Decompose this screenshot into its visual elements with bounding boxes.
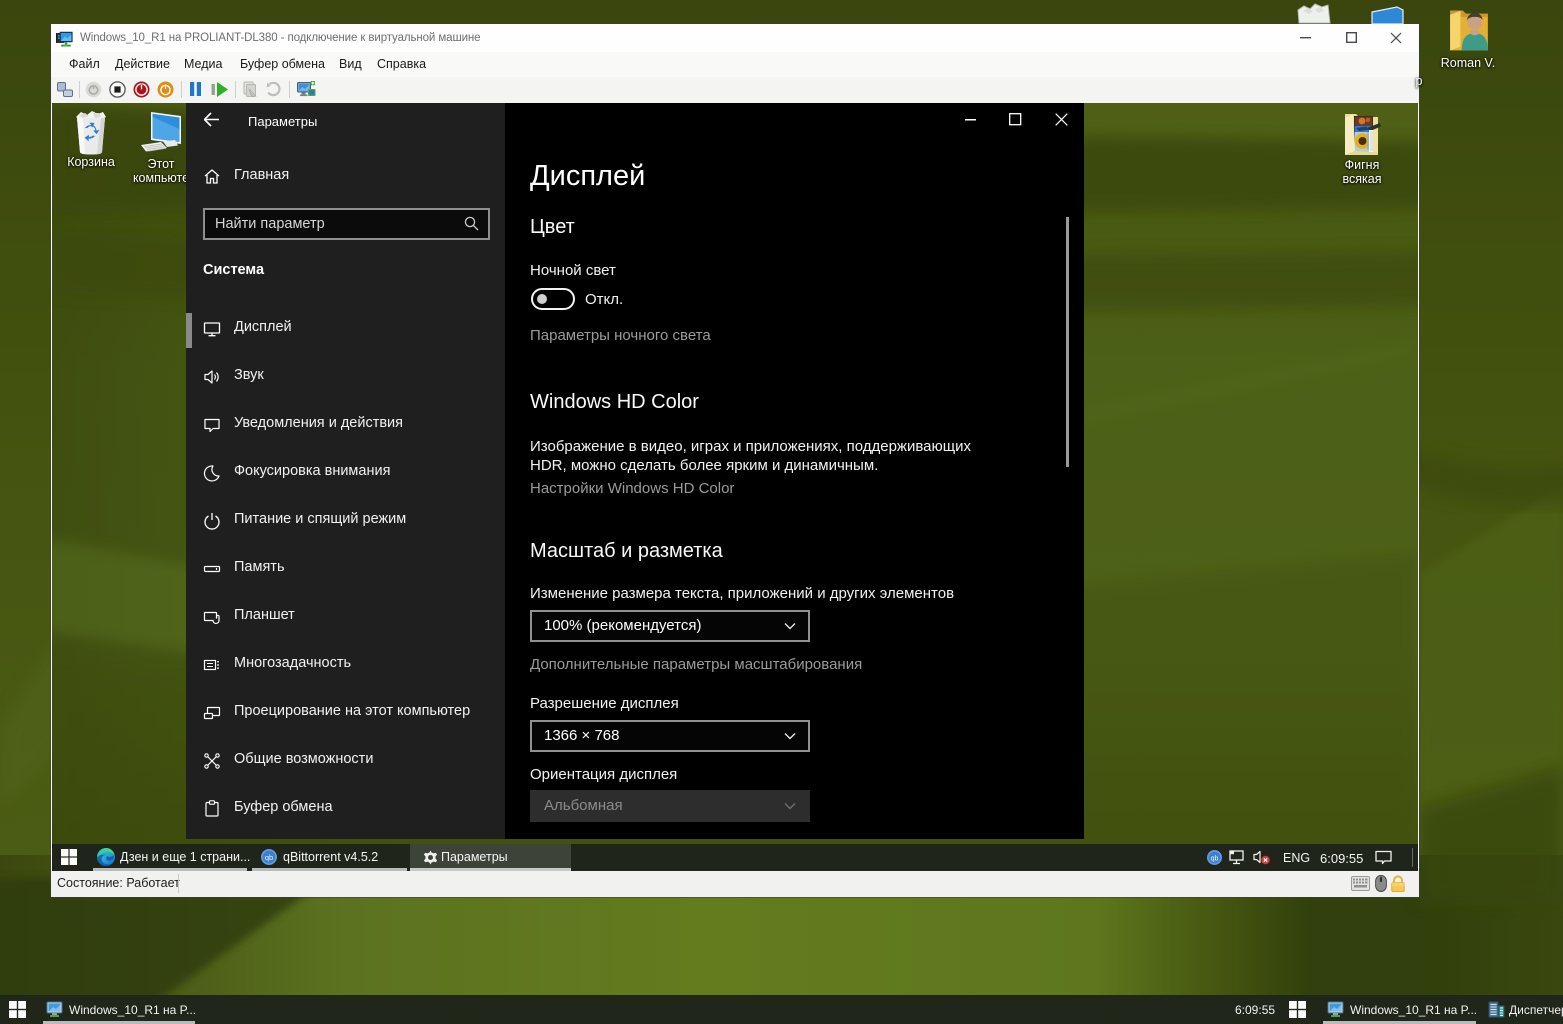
svg-text:qb: qb — [265, 853, 273, 862]
svg-text:qb: qb — [1211, 855, 1219, 862]
